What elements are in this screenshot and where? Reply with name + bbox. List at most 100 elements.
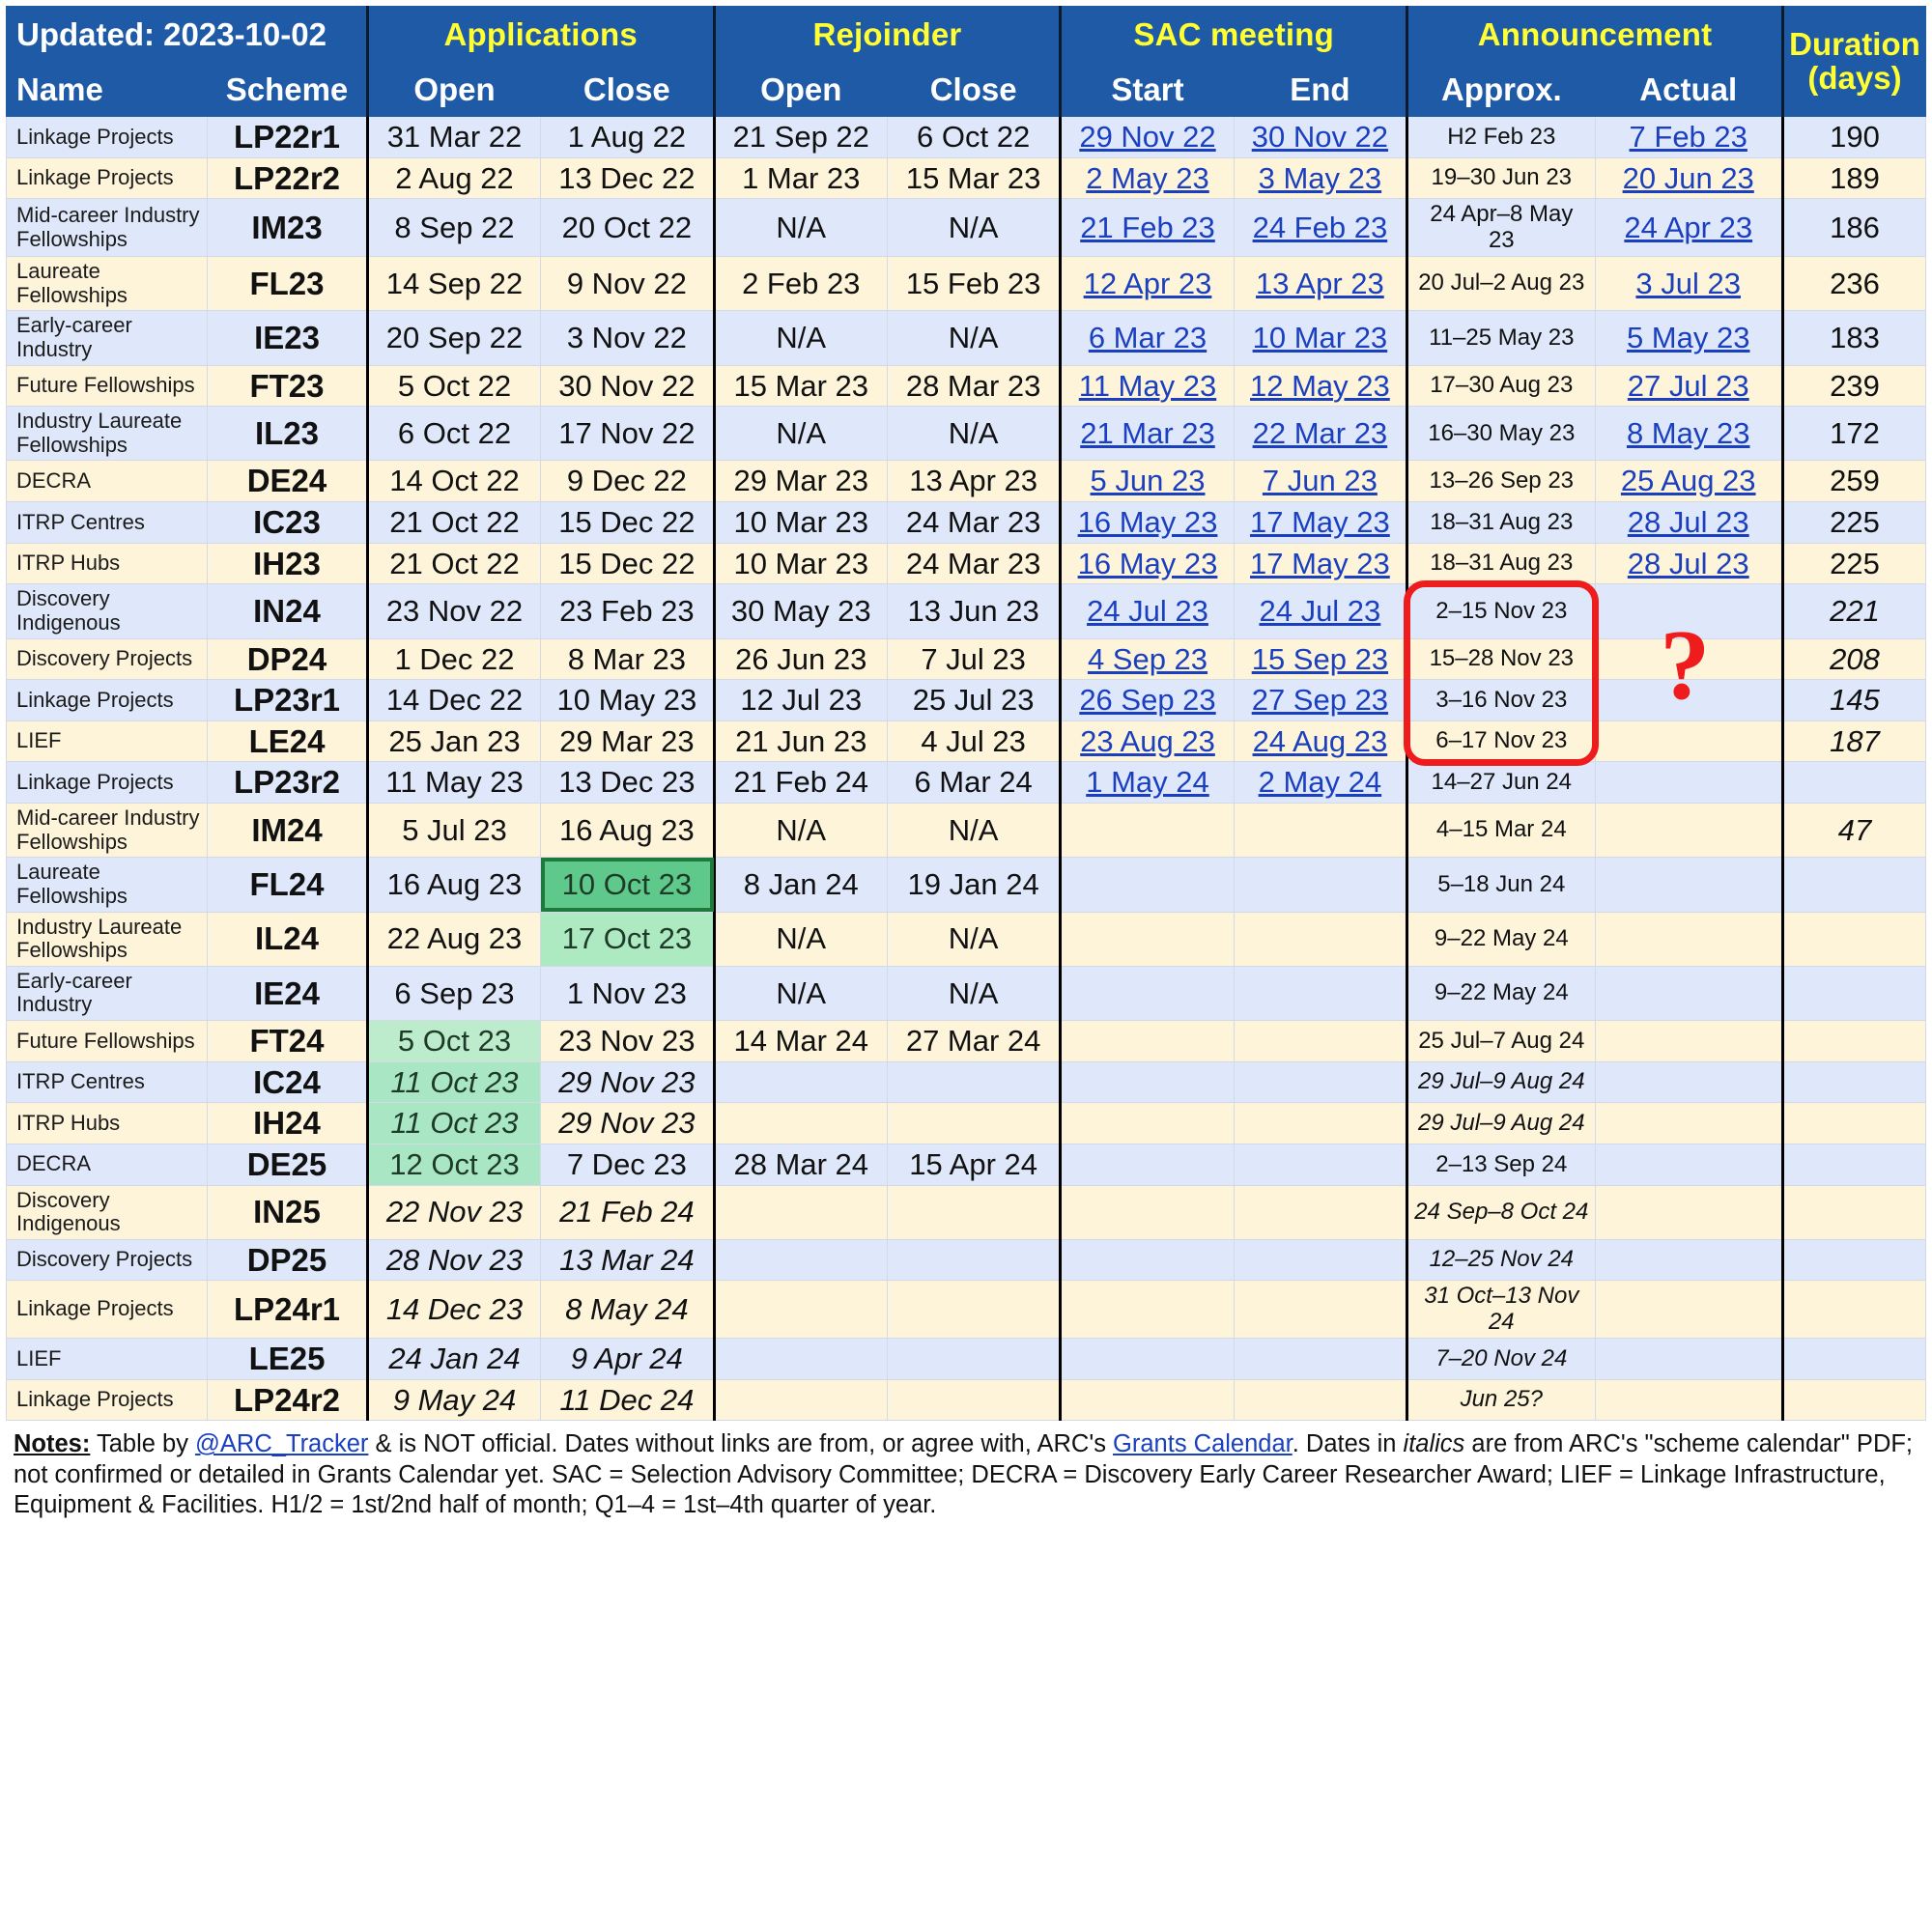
cell-ann-actual[interactable]: 28 Jul 23 [1594, 542, 1783, 585]
cell-sac-start[interactable]: 24 Jul 23 [1059, 583, 1235, 639]
cell-sac-end[interactable]: 27 Sep 23 [1233, 679, 1408, 721]
cell-name: Linkage Projects [5, 156, 209, 200]
cell-sac-start[interactable]: 16 May 23 [1059, 501, 1235, 544]
cell-sac-end [1233, 911, 1408, 967]
cell-sac-end [1233, 803, 1408, 859]
cell-ann-actual[interactable]: 25 Aug 23 [1594, 460, 1783, 503]
cell-ann-actual[interactable]: 20 Jun 23 [1594, 156, 1783, 200]
cell-sac-start[interactable]: 21 Mar 23 [1059, 406, 1235, 462]
cell-sac-end[interactable]: 24 Aug 23 [1233, 720, 1408, 763]
cell-rej-close: N/A [886, 406, 1062, 462]
cell-duration [1780, 1020, 1927, 1062]
cell-sac-start[interactable]: 6 Mar 23 [1059, 310, 1235, 366]
cell-sac-end[interactable]: 22 Mar 23 [1233, 406, 1408, 462]
cell-ann-approx: 17–30 Aug 23 [1406, 364, 1596, 408]
column-header-name: Name [5, 62, 209, 117]
cell-ann-approx: 20 Jul–2 Aug 23 [1406, 256, 1596, 312]
cell-app-close: 10 May 23 [540, 679, 715, 721]
cell-duration: 183 [1780, 310, 1927, 366]
cell-scheme: IC23 [207, 501, 368, 544]
cell-name: Linkage Projects [5, 116, 209, 158]
cell-sac-start[interactable]: 23 Aug 23 [1059, 720, 1235, 763]
cell-rej-open [712, 1338, 888, 1380]
cell-rej-open: 10 Mar 23 [712, 542, 888, 585]
column-header-announcement-approx: Approx. [1406, 62, 1596, 117]
cell-sac-start[interactable]: 2 May 23 [1059, 156, 1235, 200]
cell-ann-actual [1594, 1020, 1783, 1062]
column-header-applications-open: Open [365, 62, 542, 117]
cell-app-open: 9 May 24 [365, 1378, 542, 1422]
grants-calendar-link[interactable]: Grants Calendar [1113, 1430, 1293, 1457]
cell-ann-actual [1594, 1238, 1783, 1282]
cell-ann-actual[interactable]: 28 Jul 23 [1594, 501, 1783, 544]
cell-app-close: 23 Nov 23 [540, 1020, 715, 1062]
cell-sac-start [1059, 1184, 1235, 1240]
cell-ann-actual [1594, 1102, 1783, 1144]
cell-sac-end[interactable]: 10 Mar 23 [1233, 310, 1408, 366]
cell-app-close: 17 Nov 22 [540, 406, 715, 462]
cell-sac-start[interactable]: 21 Feb 23 [1059, 198, 1235, 258]
cell-sac-start[interactable]: 1 May 24 [1059, 761, 1235, 805]
cell-sac-end[interactable]: 12 May 23 [1233, 364, 1408, 408]
cell-ann-actual[interactable]: 24 Apr 23 [1594, 198, 1783, 258]
cell-sac-end[interactable]: 24 Jul 23 [1233, 583, 1408, 639]
cell-rej-open: N/A [712, 198, 888, 258]
cell-ann-actual[interactable]: 7 Feb 23 [1594, 116, 1783, 158]
cell-sac-end[interactable]: 13 Apr 23 [1233, 256, 1408, 312]
cell-ann-actual[interactable]: 27 Jul 23 [1594, 364, 1783, 408]
cell-scheme: LE24 [207, 720, 368, 763]
cell-sac-start[interactable]: 5 Jun 23 [1059, 460, 1235, 503]
cell-app-close: 13 Dec 22 [540, 156, 715, 200]
cell-rej-close: 27 Mar 24 [886, 1020, 1062, 1062]
arc-tracker-link[interactable]: @ARC_Tracker [195, 1430, 368, 1457]
cell-sac-end[interactable]: 17 May 23 [1233, 542, 1408, 585]
cell-app-open: 20 Sep 22 [365, 310, 542, 366]
cell-sac-end[interactable]: 30 Nov 22 [1233, 116, 1408, 158]
cell-rej-open: 2 Feb 23 [712, 256, 888, 312]
cell-scheme: IN24 [207, 583, 368, 639]
cell-ann-approx: 24 Sep–8 Oct 24 [1406, 1184, 1596, 1240]
cell-rej-close: 7 Jul 23 [886, 637, 1062, 681]
cell-ann-approx: 25 Jul–7 Aug 24 [1406, 1020, 1596, 1062]
cell-app-close: 9 Apr 24 [540, 1338, 715, 1380]
cell-sac-end[interactable]: 2 May 24 [1233, 761, 1408, 805]
cell-ann-approx: 14–27 Jun 24 [1406, 761, 1596, 805]
cell-app-close: 3 Nov 22 [540, 310, 715, 366]
cell-sac-start[interactable]: 11 May 23 [1059, 364, 1235, 408]
cell-sac-start[interactable]: 16 May 23 [1059, 542, 1235, 585]
cell-rej-close: N/A [886, 965, 1062, 1022]
cell-sac-end[interactable]: 17 May 23 [1233, 501, 1408, 544]
cell-app-open: 6 Sep 23 [365, 965, 542, 1022]
cell-sac-start[interactable]: 29 Nov 22 [1059, 116, 1235, 158]
cell-sac-end[interactable]: 24 Feb 23 [1233, 198, 1408, 258]
cell-sac-end[interactable]: 15 Sep 23 [1233, 637, 1408, 681]
cell-ann-actual[interactable]: 8 May 23 [1594, 406, 1783, 462]
cell-sac-start [1059, 1338, 1235, 1380]
cell-sac-start[interactable]: 26 Sep 23 [1059, 679, 1235, 721]
cell-sac-start[interactable]: 12 Apr 23 [1059, 256, 1235, 312]
cell-sac-end[interactable]: 3 May 23 [1233, 156, 1408, 200]
cell-name: Linkage Projects [5, 1280, 209, 1340]
cell-app-close: 29 Nov 23 [540, 1102, 715, 1144]
cell-ann-actual [1594, 965, 1783, 1022]
table-body: Linkage Projects LP22r1 31 Mar 22 1 Aug 22 2… [5, 116, 1927, 1422]
cell-ann-actual [1594, 803, 1783, 859]
table-row: Discovery Indigenous IN25 22 Nov 23 21 Feb … [5, 1184, 1927, 1240]
cell-app-close: 9 Dec 22 [540, 460, 715, 503]
cell-rej-open [712, 1238, 888, 1282]
cell-ann-actual[interactable]: 3 Jul 23 [1594, 256, 1783, 312]
cell-sac-end[interactable]: 7 Jun 23 [1233, 460, 1408, 503]
cell-app-open: 5 Jul 23 [365, 803, 542, 859]
cell-rej-open: N/A [712, 911, 888, 967]
cell-scheme: LP24r1 [207, 1280, 368, 1340]
table-row: Discovery Indigenous IN24 23 Nov 22 23 Feb … [5, 583, 1927, 639]
cell-sac-start[interactable]: 4 Sep 23 [1059, 637, 1235, 681]
cell-rej-close: 15 Feb 23 [886, 256, 1062, 312]
cell-rej-open: 21 Jun 23 [712, 720, 888, 763]
cell-sac-start [1059, 857, 1235, 913]
cell-app-open: 22 Nov 23 [365, 1184, 542, 1240]
cell-ann-actual[interactable]: 5 May 23 [1594, 310, 1783, 366]
cell-app-open: 2 Aug 22 [365, 156, 542, 200]
cell-rej-open: 1 Mar 23 [712, 156, 888, 200]
cell-scheme: LE25 [207, 1338, 368, 1380]
